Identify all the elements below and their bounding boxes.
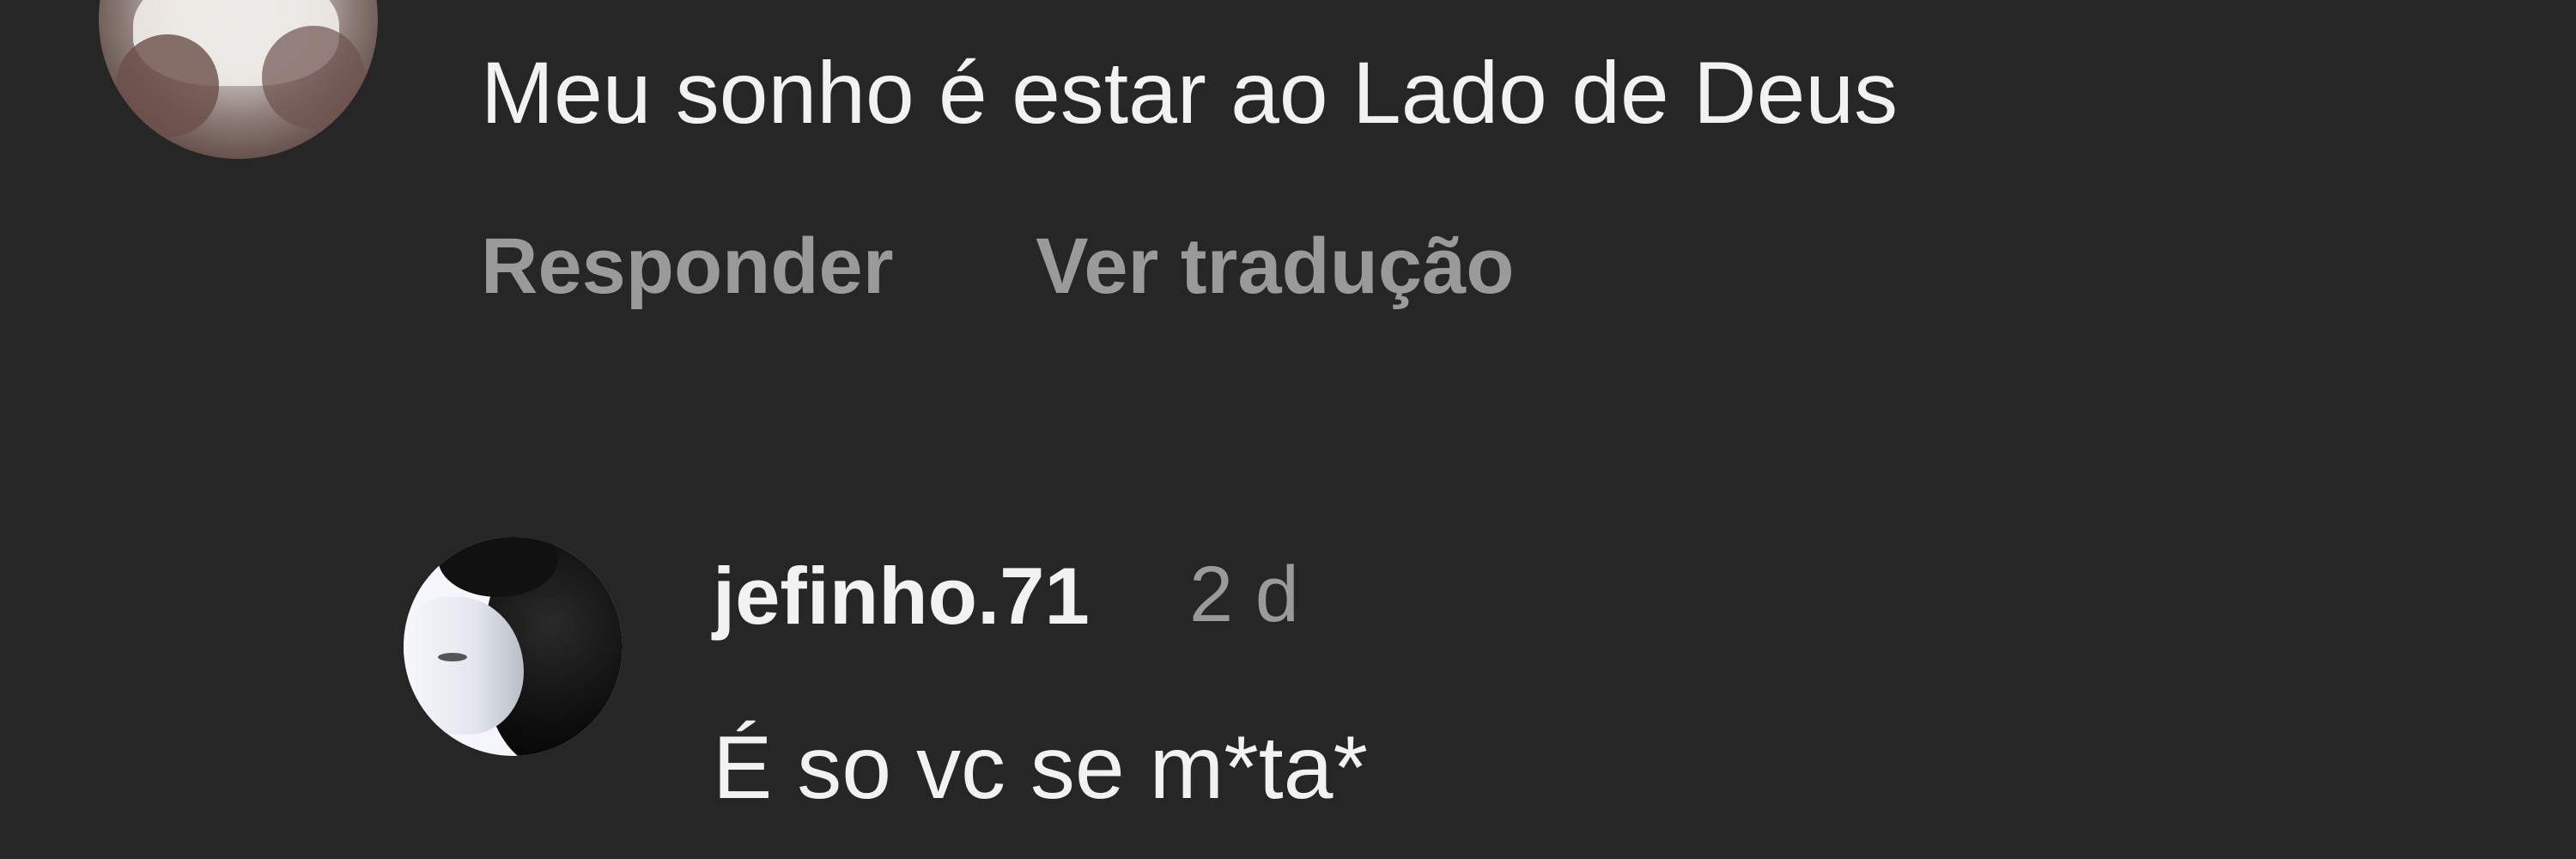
reply-avatar[interactable] bbox=[404, 537, 623, 756]
reply-timestamp: 2 d bbox=[1189, 551, 1299, 638]
commenter-avatar[interactable] bbox=[99, 0, 378, 159]
comment-actions: Responder Ver tradução bbox=[481, 222, 1514, 312]
see-translation-button[interactable]: Ver tradução bbox=[1036, 222, 1514, 312]
reply-button[interactable]: Responder bbox=[481, 222, 894, 312]
reply-username[interactable]: jefinho.71 bbox=[713, 550, 1090, 643]
avatar-shadow-left bbox=[116, 34, 219, 137]
avatar-eye bbox=[438, 653, 467, 661]
avatar-shadow-right bbox=[262, 26, 365, 129]
comment-text: Meu sonho é estar ao Lado de Deus bbox=[481, 44, 1899, 142]
reply-text: É so vc se m*ta* bbox=[713, 718, 1368, 818]
